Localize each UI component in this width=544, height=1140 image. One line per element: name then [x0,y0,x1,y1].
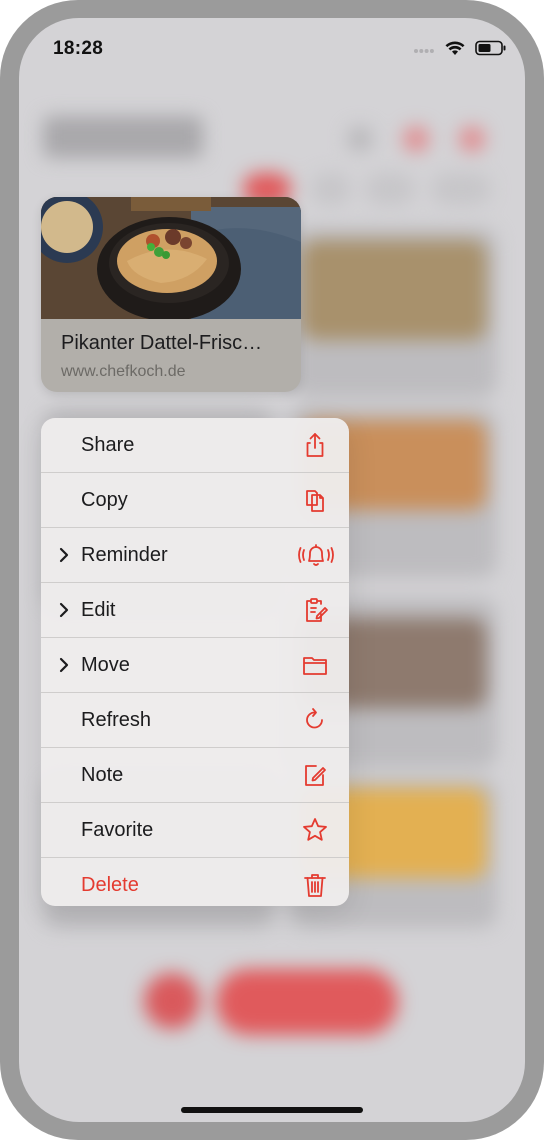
background-chip [431,173,491,205]
status-bar: 18:28 [19,18,525,78]
menu-item-label: Move [81,653,130,676]
signal-icon [413,42,435,60]
star-icon [301,816,329,844]
background-chip [311,173,351,205]
recipe-source: www.chefkoch.de [61,363,186,380]
trash-icon [301,871,329,899]
recipe-preview-card[interactable]: Pikanter Dattel-Frisc… www.chefkoch.de [41,197,301,392]
background-fab [144,973,200,1029]
menu-item-refresh[interactable]: Refresh [41,693,349,748]
folder-icon [301,651,329,679]
background-button [403,126,429,152]
battery-icon [475,40,507,61]
menu-item-edit[interactable]: Edit [41,583,349,638]
note-edit-icon [301,761,329,789]
menu-item-delete[interactable]: Delete [41,858,349,906]
chevron-right-icon [57,655,71,675]
recipe-image [41,197,301,321]
background-title [43,116,203,158]
clipboard-edit-icon [301,596,329,624]
menu-item-favorite[interactable]: Favorite [41,803,349,858]
background-fab [216,969,398,1035]
menu-item-label: Reminder [81,543,168,566]
menu-item-reminder[interactable]: Reminder [41,528,349,583]
menu-item-move[interactable]: Move [41,638,349,693]
wifi-icon [445,40,465,61]
background-card-image [301,240,487,340]
background-button [347,126,373,152]
menu-item-copy[interactable]: Copy [41,473,349,528]
menu-item-share[interactable]: Share [41,418,349,473]
copy-icon [301,486,329,514]
menu-item-label: Delete [81,873,139,896]
menu-item-label: Share [81,433,135,456]
menu-item-label: Favorite [81,818,154,841]
refresh-icon [301,706,329,734]
menu-item-label: Copy [81,488,128,511]
menu-item-label: Note [81,763,124,786]
screen: 18:28 Pikanter Dattel-Frisc… www.chefkoc… [19,18,525,1122]
recipe-title: Pikanter Dattel-Frisc… [61,332,263,354]
status-icons [413,40,507,61]
menu-item-note[interactable]: Note [41,748,349,803]
background-chip [365,173,415,205]
context-menu: Share Copy Reminder Edit Move Refresh No… [41,418,349,906]
bell-ringing-icon [297,541,335,569]
home-indicator[interactable] [181,1107,363,1113]
menu-item-label: Edit [81,598,116,621]
status-time: 18:28 [53,38,104,59]
share-icon [301,431,329,459]
device-frame: 18:28 Pikanter Dattel-Frisc… www.chefkoc… [0,0,544,1140]
chevron-right-icon [57,545,71,565]
chevron-right-icon [57,600,71,620]
background-button [459,126,485,152]
menu-item-label: Refresh [81,708,152,731]
